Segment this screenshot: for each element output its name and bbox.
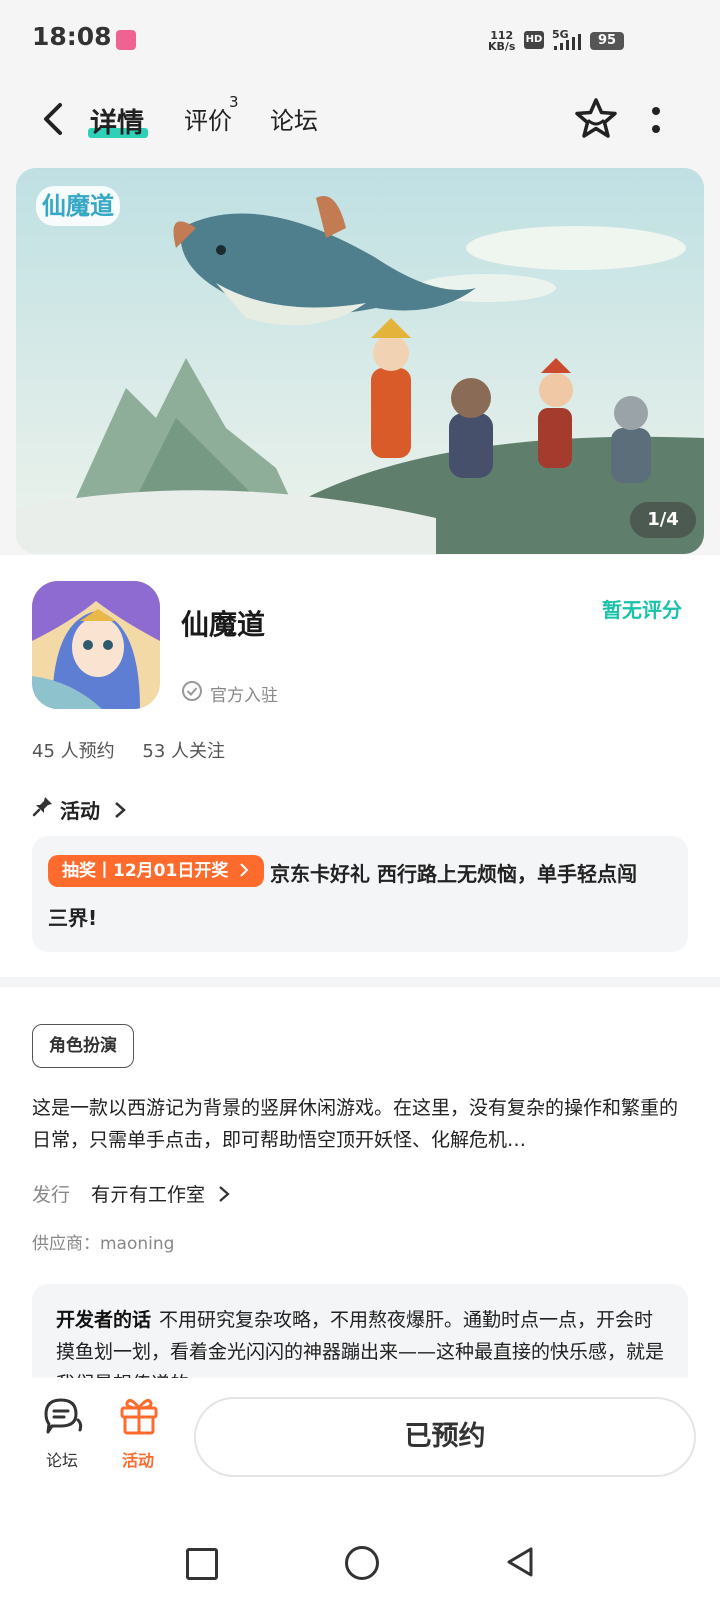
developer-note: 开发者的话 不用研究复杂攻略，不用熬夜爆肝。通勤时点一点，开会时摸鱼划一划，看着金…: [56, 1304, 666, 1378]
reserved-button[interactable]: 已预约: [194, 1397, 696, 1477]
hd-icon: HD: [524, 31, 544, 49]
back-arrow-icon[interactable]: [40, 101, 70, 137]
developer-note-card[interactable]: 开发者的话 不用研究复杂攻略，不用熬夜爆肝。通勤时点一点，开会时摸鱼划一划，看着金…: [32, 1284, 688, 1378]
event-text-line1: 京东卡好礼 西行路上无烦恼，单手轻点闯: [270, 862, 637, 886]
chevron-right-icon: [115, 802, 126, 818]
forum-nav-label[interactable]: 论坛: [46, 1447, 78, 1471]
game-description[interactable]: 这是一款以西游记为背景的竖屏休闲游戏。在这里，没有复杂的操作和繁重的日常，只需单…: [32, 1092, 688, 1156]
net-speed-unit: KB/s: [488, 40, 516, 53]
carousel-counter: 1/4: [630, 502, 696, 538]
tab-forum[interactable]: 论坛: [270, 101, 318, 136]
chevron-right-icon: [240, 863, 249, 877]
battery-icon: 95: [590, 32, 624, 50]
publisher-label: 发行: [32, 1184, 71, 1206]
system-back-button[interactable]: [505, 1546, 535, 1578]
developer-note-label: 开发者的话: [56, 1309, 152, 1331]
lottery-tag-text: 抽奖丨12月01日开奖: [62, 861, 229, 881]
section-divider: [0, 977, 720, 987]
status-time: 18:08: [32, 22, 112, 51]
activity-nav-label[interactable]: 活动: [122, 1447, 154, 1471]
verified-check-icon: [181, 680, 203, 702]
lottery-tag[interactable]: 抽奖丨12月01日开奖: [48, 855, 265, 887]
favorite-star-icon[interactable]: [574, 97, 618, 141]
official-label: 官方入驻: [210, 686, 278, 706]
gift-icon[interactable]: [118, 1394, 160, 1436]
game-stats: 45 人预约 53 人关注: [32, 737, 247, 763]
signal-icon: 5G: [552, 28, 584, 52]
genre-tag[interactable]: 角色扮演: [32, 1024, 134, 1068]
game-title: 仙魔道: [181, 608, 266, 641]
forum-chat-icon[interactable]: [40, 1396, 84, 1436]
net-speed: 112 KB/s: [488, 30, 515, 52]
supplier-text: 供应商：maoning: [32, 1234, 175, 1254]
notification-app-icon: [116, 30, 136, 50]
chevron-right-icon: [219, 1186, 230, 1202]
publisher-name: 有亓有工作室: [91, 1184, 206, 1206]
tab-details[interactable]: 详情: [90, 101, 144, 140]
activity-section-link[interactable]: 活动: [60, 795, 127, 824]
more-options-icon[interactable]: [650, 105, 662, 135]
event-text-line2: 三界!: [48, 906, 98, 930]
tab-reviews[interactable]: 评价: [184, 101, 232, 136]
review-count-badge: 3: [229, 93, 239, 111]
event-card[interactable]: [32, 836, 688, 952]
banner-logo: 仙魔道: [42, 192, 114, 220]
pin-icon: [32, 795, 54, 817]
screenshot-carousel[interactable]: 仙魔道: [16, 168, 704, 554]
reservation-count: 45 人预约: [32, 741, 115, 762]
recent-apps-button[interactable]: [186, 1548, 218, 1580]
game-app-icon: [32, 581, 160, 709]
publisher-link[interactable]: 有亓有工作室: [91, 1180, 231, 1207]
rating-text[interactable]: 暂无评分: [602, 594, 682, 623]
follow-count: 53 人关注: [142, 741, 226, 762]
home-button[interactable]: [345, 1546, 379, 1580]
activity-section-label: 活动: [60, 799, 100, 823]
